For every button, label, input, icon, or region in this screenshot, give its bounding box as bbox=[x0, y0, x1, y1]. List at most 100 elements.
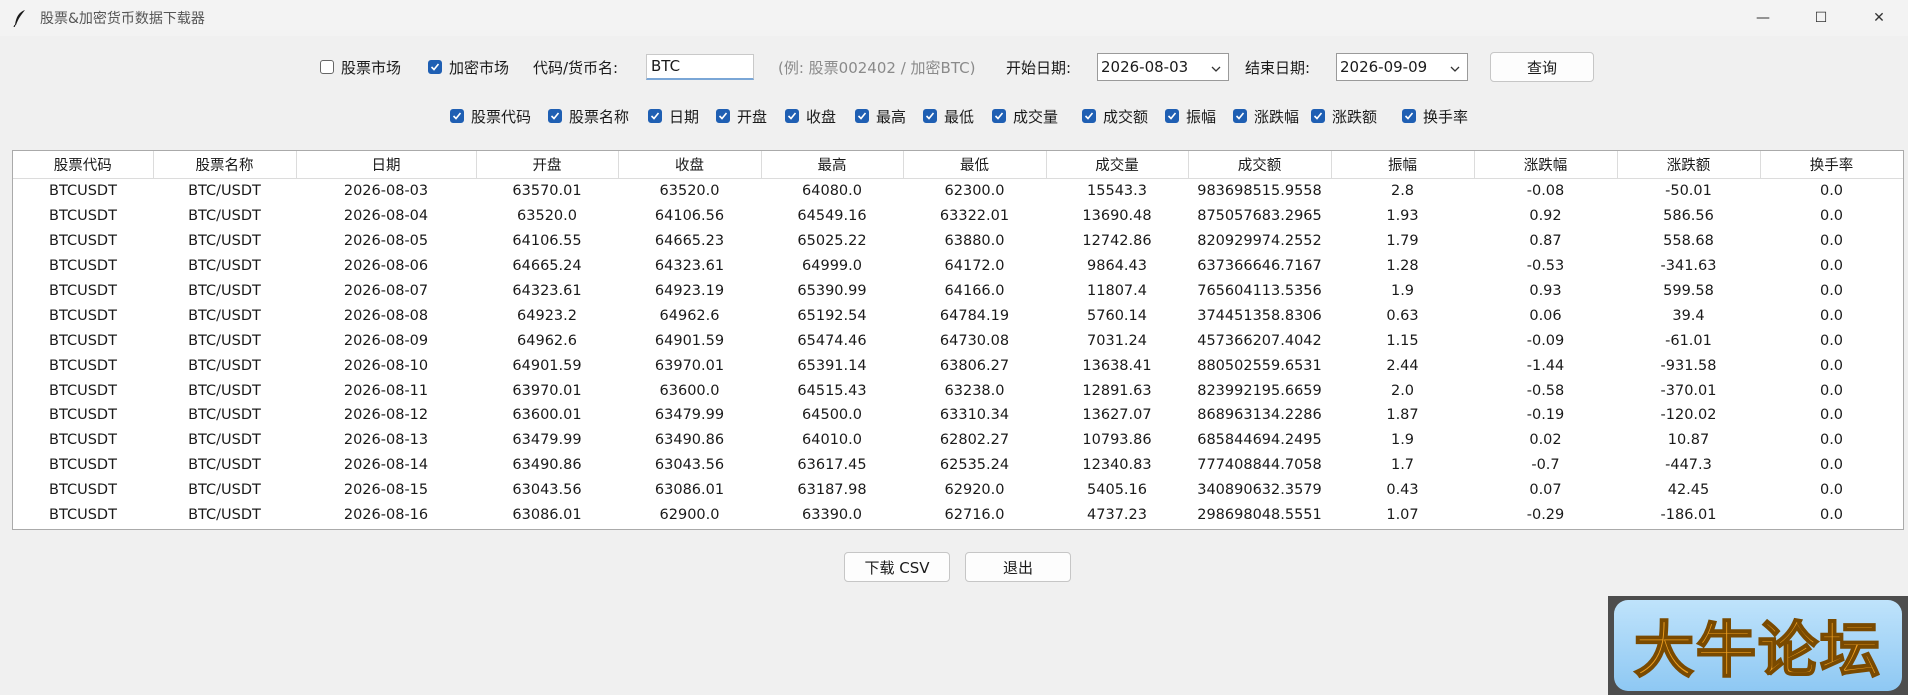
column-toggle[interactable]: 成交额 bbox=[1082, 103, 1148, 129]
table-cell: 63617.45 bbox=[797, 457, 867, 474]
table-cell: BTCUSDT bbox=[49, 307, 117, 324]
checkbox-box[interactable] bbox=[1165, 109, 1179, 123]
column-toggle[interactable]: 最高 bbox=[855, 103, 906, 129]
table-cell: 63600.01 bbox=[512, 407, 582, 424]
table-cell: BTC/USDT bbox=[188, 307, 261, 324]
checkbox-box[interactable] bbox=[1082, 109, 1096, 123]
column-toggle[interactable]: 收盘 bbox=[785, 103, 836, 129]
checkbox-box[interactable] bbox=[1233, 109, 1247, 123]
column-toggle[interactable]: 成交量 bbox=[992, 103, 1058, 129]
table-row[interactable]: BTCUSDT BTC/USDT 2026-08-10 64901.59 63970.0… bbox=[13, 353, 1903, 378]
table-cell: -120.02 bbox=[1660, 407, 1717, 424]
table-row[interactable]: BTCUSDT BTC/USDT 2026-08-11 63970.01 63600.0… bbox=[13, 378, 1903, 403]
table-cell: 62900.0 bbox=[659, 507, 720, 524]
table-cell: BTC/USDT bbox=[188, 332, 261, 349]
table-row[interactable]: BTCUSDT BTC/USDT 2026-08-16 63086.01 62900.0… bbox=[13, 503, 1903, 528]
column-toggle[interactable]: 换手率 bbox=[1402, 103, 1468, 129]
column-header[interactable]: 股票名称 bbox=[153, 151, 297, 179]
column-header[interactable]: 最低 bbox=[903, 151, 1047, 179]
table-header: 股票代码 股票名称 日期 开盘 收盘 最高 最低 成交量 成交额 振幅 涨跌幅 涨跌额 换手率 bbox=[13, 151, 1903, 179]
table-cell: 0.0 bbox=[1819, 507, 1844, 524]
column-header[interactable]: 涨跌额 bbox=[1617, 151, 1761, 179]
query-button[interactable]: 查询 bbox=[1490, 52, 1594, 82]
table-row[interactable]: BTCUSDT BTC/USDT 2026-08-13 63479.99 63490.8… bbox=[13, 428, 1903, 453]
checkbox-box[interactable] bbox=[1311, 109, 1325, 123]
table-cell: BTCUSDT bbox=[49, 432, 117, 449]
minimize-button[interactable]: — bbox=[1734, 0, 1792, 36]
table-cell: 2026-08-12 bbox=[343, 407, 429, 424]
table-cell: 64665.24 bbox=[512, 258, 582, 275]
table-row[interactable]: BTCUSDT BTC/USDT 2026-08-15 63043.56 63086.0… bbox=[13, 478, 1903, 503]
checkbox-box[interactable] bbox=[548, 109, 562, 123]
table-row[interactable]: BTCUSDT BTC/USDT 2026-08-05 64106.55 64665.2… bbox=[13, 229, 1903, 254]
column-header[interactable]: 换手率 bbox=[1760, 151, 1903, 179]
column-toggle[interactable]: 股票名称 bbox=[548, 103, 629, 129]
column-toggle[interactable]: 涨跌额 bbox=[1311, 103, 1377, 129]
start-date-select[interactable]: 2026-08-03 bbox=[1097, 53, 1229, 81]
table-row[interactable]: BTCUSDT BTC/USDT 2026-08-14 63490.86 63043.5… bbox=[13, 453, 1903, 478]
column-toggle[interactable]: 开盘 bbox=[716, 103, 767, 129]
crypto-market-checkbox[interactable]: 加密市场 bbox=[428, 52, 509, 82]
table-row[interactable]: BTCUSDT BTC/USDT 2026-08-03 63570.01 63520.0… bbox=[13, 179, 1903, 204]
table-row[interactable]: BTCUSDT BTC/USDT 2026-08-06 64665.24 64323.6… bbox=[13, 254, 1903, 279]
table-cell: 11807.4 bbox=[1087, 283, 1147, 299]
column-header[interactable]: 最高 bbox=[761, 151, 904, 179]
table-cell: 0.06 bbox=[1529, 307, 1562, 324]
column-toggle-label: 日期 bbox=[669, 107, 700, 126]
column-header[interactable]: 振幅 bbox=[1331, 151, 1475, 179]
table-row[interactable]: BTCUSDT BTC/USDT 2026-08-12 63600.01 63479.9… bbox=[13, 403, 1903, 428]
checkbox-box[interactable] bbox=[855, 109, 869, 123]
table-cell: 63310.34 bbox=[939, 407, 1010, 424]
column-header[interactable]: 收盘 bbox=[618, 151, 762, 179]
code-input[interactable]: BTC bbox=[646, 54, 754, 80]
table-cell: 0.92 bbox=[1529, 208, 1562, 225]
checkbox-box[interactable] bbox=[450, 109, 464, 123]
column-toggle[interactable]: 股票代码 bbox=[450, 103, 531, 129]
column-toggle[interactable]: 日期 bbox=[648, 103, 699, 129]
checkbox-box[interactable] bbox=[992, 109, 1006, 123]
table-cell: 65474.46 bbox=[797, 332, 867, 349]
checkbox-box[interactable] bbox=[785, 109, 799, 123]
table-cell: 0.0 bbox=[1819, 307, 1844, 324]
column-header[interactable]: 成交额 bbox=[1188, 151, 1332, 179]
table-cell: 2026-08-10 bbox=[343, 357, 429, 374]
table-cell: 875057683.2965 bbox=[1197, 208, 1322, 225]
close-button[interactable]: ✕ bbox=[1850, 0, 1908, 36]
table-row[interactable]: BTCUSDT BTC/USDT 2026-08-09 64962.6 64901.59… bbox=[13, 328, 1903, 353]
table-cell: 823992195.6659 bbox=[1197, 382, 1322, 399]
table-body: BTCUSDT BTC/USDT 2026-08-03 63570.01 63520.0… bbox=[13, 179, 1903, 528]
column-header[interactable]: 日期 bbox=[296, 151, 477, 179]
column-header[interactable]: 开盘 bbox=[476, 151, 619, 179]
table-row[interactable]: BTCUSDT BTC/USDT 2026-08-07 64323.61 64923.1… bbox=[13, 279, 1903, 304]
start-date-label: 开始日期: bbox=[1006, 58, 1072, 77]
table-cell: 15543.3 bbox=[1087, 183, 1147, 200]
table-row[interactable]: BTCUSDT BTC/USDT 2026-08-08 64923.2 64962.6 6… bbox=[13, 303, 1903, 328]
table-cell: BTCUSDT bbox=[49, 407, 117, 424]
checkbox-box[interactable] bbox=[648, 109, 662, 123]
table-cell: BTCUSDT bbox=[49, 357, 117, 374]
column-toggle[interactable]: 振幅 bbox=[1165, 103, 1216, 129]
checkbox-box[interactable] bbox=[1402, 109, 1416, 123]
checkbox-box[interactable] bbox=[428, 60, 442, 74]
column-header[interactable]: 成交量 bbox=[1046, 151, 1189, 179]
table-cell: 868963134.2286 bbox=[1197, 407, 1322, 424]
stock-market-checkbox[interactable]: 股票市场 bbox=[320, 52, 401, 82]
maximize-icon: ☐ bbox=[1814, 10, 1828, 26]
table-cell: -0.19 bbox=[1526, 407, 1565, 424]
checkbox-box[interactable] bbox=[923, 109, 937, 123]
checkbox-box[interactable] bbox=[716, 109, 730, 123]
checkbox-box[interactable] bbox=[320, 60, 334, 74]
column-header[interactable]: 涨跌幅 bbox=[1474, 151, 1618, 179]
table-cell: -61.01 bbox=[1665, 332, 1712, 349]
table-row[interactable]: BTCUSDT BTC/USDT 2026-08-04 63520.0 64106.56… bbox=[13, 204, 1903, 229]
window-controls: — ☐ ✕ bbox=[1734, 0, 1908, 36]
column-header[interactable]: 股票代码 bbox=[13, 151, 154, 179]
end-date-select[interactable]: 2026-09-09 bbox=[1336, 53, 1468, 81]
table-cell: -0.29 bbox=[1526, 507, 1565, 524]
maximize-button[interactable]: ☐ bbox=[1792, 0, 1850, 36]
table-cell: 62802.27 bbox=[939, 432, 1010, 449]
column-toggle[interactable]: 最低 bbox=[923, 103, 974, 129]
exit-button[interactable]: 退出 bbox=[965, 552, 1071, 582]
download-csv-button[interactable]: 下载 CSV bbox=[844, 552, 950, 582]
column-toggle[interactable]: 涨跌幅 bbox=[1233, 103, 1299, 129]
